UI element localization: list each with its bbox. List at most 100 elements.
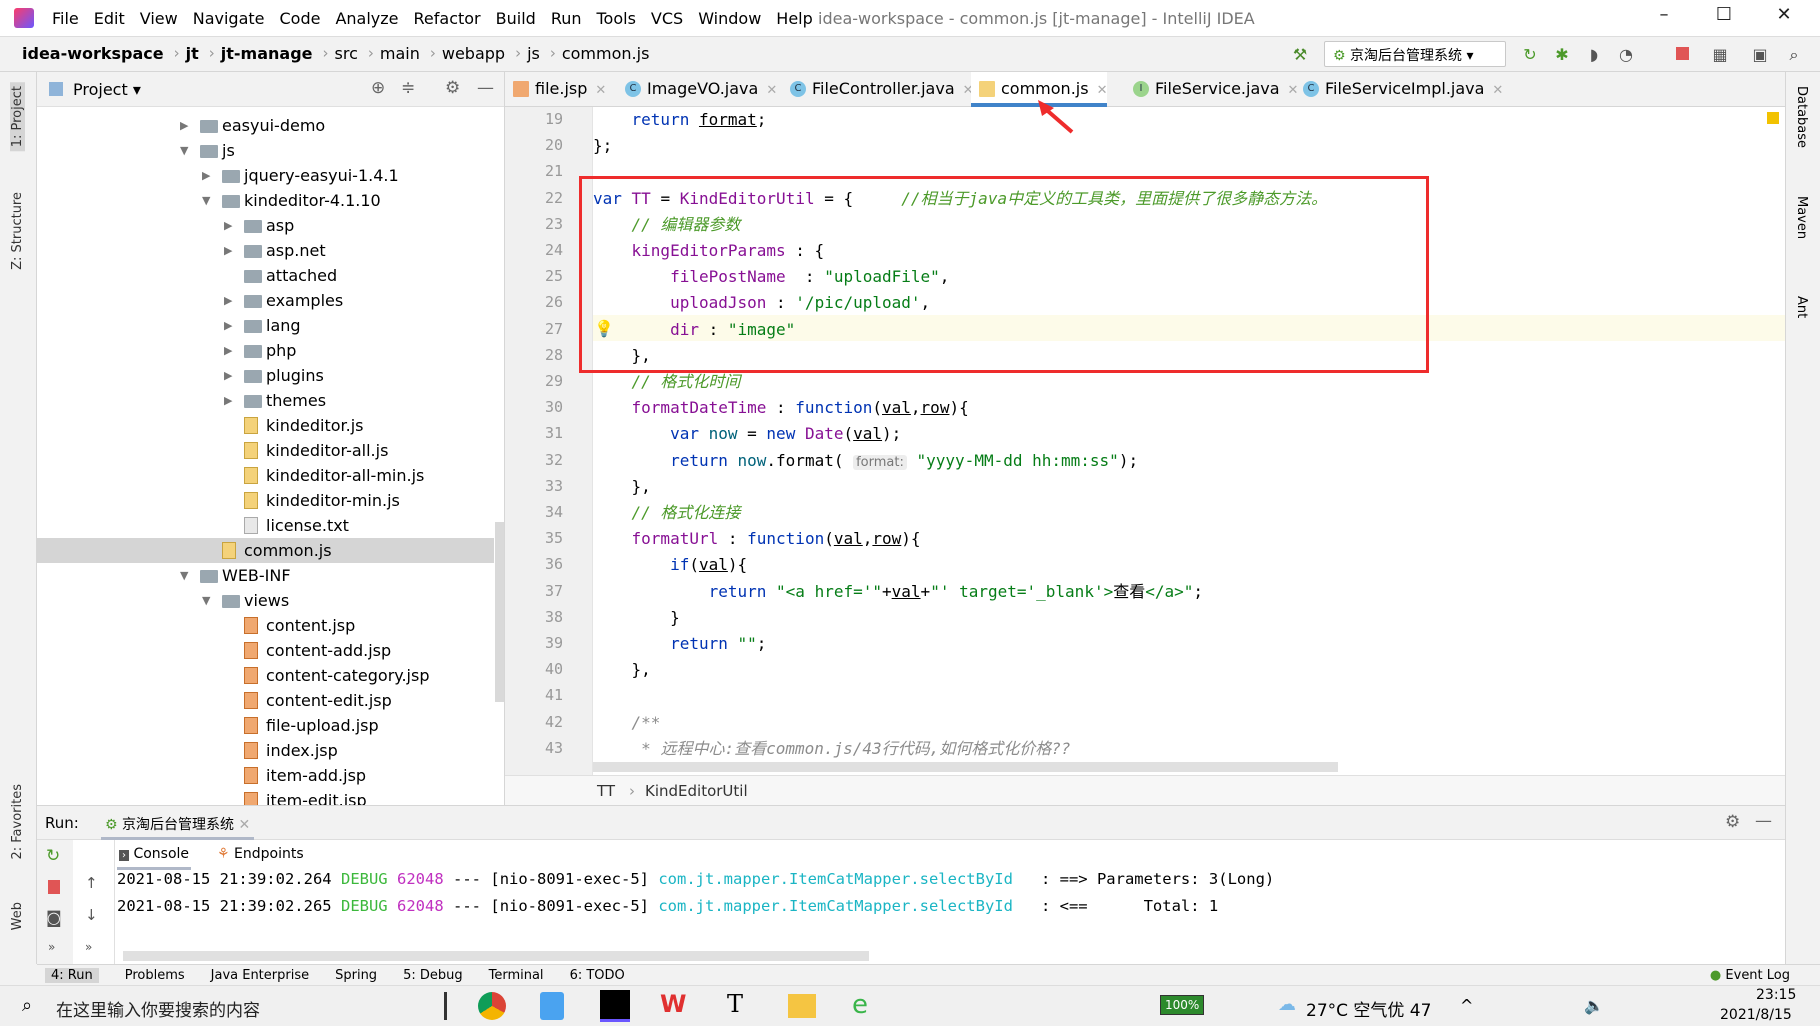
chevron-down-icon[interactable]: ▼ — [202, 188, 210, 213]
editor-tab[interactable]: file.jsp ✕ — [505, 72, 606, 107]
console-tab[interactable]: › Console — [117, 842, 192, 870]
horizontal-scrollbar[interactable] — [593, 762, 1338, 772]
chevron-right-icon[interactable]: ▶ — [224, 313, 232, 338]
web-tool-tab[interactable]: Web — [10, 902, 25, 930]
editor-tab[interactable]: C ImageVO.java ✕ — [617, 72, 777, 107]
battery-indicator[interactable]: 100% — [1160, 995, 1205, 1015]
camera-icon[interactable]: ◙ — [46, 908, 62, 927]
tree-item[interactable]: kindeditor.js — [37, 413, 494, 438]
tree-item[interactable]: ▼ views — [37, 588, 494, 613]
file-explorer-icon[interactable] — [788, 994, 816, 1018]
tree-item[interactable]: content-edit.jsp — [37, 688, 494, 713]
favorites-tool-tab[interactable]: 2: Favorites — [10, 784, 25, 860]
chevron-right-icon[interactable]: ▶ — [180, 113, 188, 138]
chevron-right-icon[interactable]: ▶ — [224, 288, 232, 313]
typora-icon[interactable]: T — [727, 990, 743, 1018]
taskbar-search-input[interactable]: 在这里输入你要搜索的内容 — [56, 996, 260, 1021]
menu-run[interactable]: Run — [551, 9, 582, 28]
tool-window-button[interactable]: 4: Run — [45, 968, 99, 983]
tool-window-button[interactable]: Problems — [125, 968, 185, 983]
menu-vcs[interactable]: VCS — [651, 9, 683, 28]
project-structure-icon[interactable]: ▦ — [1710, 45, 1730, 65]
rerun-icon[interactable]: ↻ — [1520, 45, 1540, 65]
menu-navigate[interactable]: Navigate — [193, 9, 265, 28]
database-tool-tab[interactable]: Database — [1794, 86, 1809, 148]
coverage-icon[interactable]: ◗ — [1584, 45, 1604, 65]
tree-item[interactable]: kindeditor-all.js — [37, 438, 494, 463]
tree-item[interactable]: ▶ jquery-easyui-1.4.1 — [37, 163, 494, 188]
more-icon[interactable]: » — [85, 940, 92, 954]
wps-icon[interactable]: W — [660, 990, 686, 1018]
maximize-button[interactable]: ☐ — [1704, 4, 1744, 32]
tool-window-button[interactable]: Java Enterprise — [211, 968, 309, 983]
tree-item[interactable]: item-add.jsp — [37, 763, 494, 788]
tree-item[interactable]: ▶ plugins — [37, 363, 494, 388]
tree-item[interactable]: ▶ examples — [37, 288, 494, 313]
breadcrumb-item[interactable]: common.js — [562, 44, 650, 63]
volume-icon[interactable]: 🔈 — [1584, 996, 1604, 1015]
tree-item[interactable]: ▶ themes — [37, 388, 494, 413]
clock-date[interactable]: 2021/8/15 — [1720, 1007, 1792, 1023]
tree-item[interactable]: common.js — [37, 538, 494, 563]
menu-build[interactable]: Build — [496, 9, 536, 28]
close-window-button[interactable]: ✕ — [1764, 4, 1804, 32]
close-tab-icon[interactable]: ✕ — [595, 83, 606, 98]
chevron-right-icon[interactable]: ▶ — [224, 338, 232, 363]
debug-icon[interactable]: ✱ — [1552, 45, 1572, 65]
chevron-down-icon[interactable]: ▼ — [202, 588, 210, 613]
tree-item[interactable]: ▶ asp.net — [37, 238, 494, 263]
breadcrumb-item[interactable]: main — [380, 44, 420, 63]
breadcrumb-item[interactable]: jt — [186, 44, 199, 63]
tree-item[interactable]: file-upload.jsp — [37, 713, 494, 738]
search-icon[interactable]: ⌕ — [1784, 45, 1804, 65]
menu-window[interactable]: Window — [698, 9, 761, 28]
console-output[interactable]: 2021-08-15 21:39:02.264 DEBUG 62048 --- … — [117, 870, 1284, 924]
event-log-button[interactable]: ● Event Log — [1710, 968, 1790, 983]
weather-text[interactable]: 27°C 空气优 47 — [1306, 996, 1431, 1021]
menu-file[interactable]: File — [52, 9, 79, 28]
hide-panel-icon[interactable]: — — [477, 78, 494, 98]
tree-item[interactable]: kindeditor-all-min.js — [37, 463, 494, 488]
menu-analyze[interactable]: Analyze — [335, 9, 398, 28]
tree-item[interactable]: license.txt — [37, 513, 494, 538]
breadcrumb-item[interactable]: jt-manage — [221, 44, 313, 63]
close-tab-icon[interactable]: ✕ — [766, 83, 777, 98]
tree-item[interactable]: ▶ asp — [37, 213, 494, 238]
stop-icon[interactable] — [48, 880, 60, 894]
menu-view[interactable]: View — [140, 9, 178, 28]
stop-icon[interactable] — [1672, 45, 1692, 65]
close-tab-icon[interactable]: ✕ — [1097, 83, 1108, 98]
minimize-button[interactable]: – — [1644, 4, 1684, 32]
chevron-right-icon[interactable]: ▶ — [224, 388, 232, 413]
run-config-tab[interactable]: ⚙ 京淘后台管理系统 ✕ — [101, 812, 255, 840]
project-tool-tab[interactable]: 1: Project — [10, 82, 25, 152]
tool-window-button[interactable]: 5: Debug — [403, 968, 463, 983]
breadcrumb-item[interactable]: idea-workspace — [22, 44, 164, 63]
tree-item[interactable]: ▶ lang — [37, 313, 494, 338]
menu-edit[interactable]: Edit — [94, 9, 125, 28]
tree-item[interactable]: index.jsp — [37, 738, 494, 763]
tree-item[interactable]: ▶ easyui-demo — [37, 113, 494, 138]
clock-time[interactable]: 23:15 — [1756, 987, 1796, 1003]
media-player-icon[interactable] — [540, 992, 564, 1020]
endpoints-tab[interactable]: ⚘ Endpoints — [215, 842, 306, 870]
tree-item[interactable]: content-category.jsp — [37, 663, 494, 688]
menu-help[interactable]: Help — [776, 9, 812, 28]
ant-tool-tab[interactable]: Ant — [1794, 296, 1809, 318]
tree-item[interactable]: ▼ WEB-INF — [37, 563, 494, 588]
scroll-up-icon[interactable]: ↑ — [85, 874, 98, 892]
breadcrumb-kindeditorutil[interactable]: KindEditorUtil — [645, 782, 748, 800]
run-config-select[interactable]: ⚙ 京淘后台管理系统 ▾ — [1324, 41, 1506, 67]
breadcrumb-item[interactable]: webapp — [442, 44, 505, 63]
tray-chevron-icon[interactable]: ^ — [1460, 996, 1473, 1015]
tool-window-button[interactable]: Terminal — [489, 968, 544, 983]
chevron-right-icon[interactable]: ▶ — [224, 213, 232, 238]
collapse-all-icon[interactable]: ≑ — [401, 78, 415, 98]
tree-scrollbar[interactable] — [495, 522, 504, 702]
locate-icon[interactable]: ⊕ — [371, 78, 385, 98]
tool-window-button[interactable]: Spring — [335, 968, 377, 983]
chevron-down-icon[interactable]: ▼ — [180, 138, 188, 163]
structure-tool-tab[interactable]: Z: Structure — [10, 192, 25, 270]
tree-item[interactable]: ▼ kindeditor-4.1.10 — [37, 188, 494, 213]
more-icon[interactable]: » — [48, 940, 55, 954]
